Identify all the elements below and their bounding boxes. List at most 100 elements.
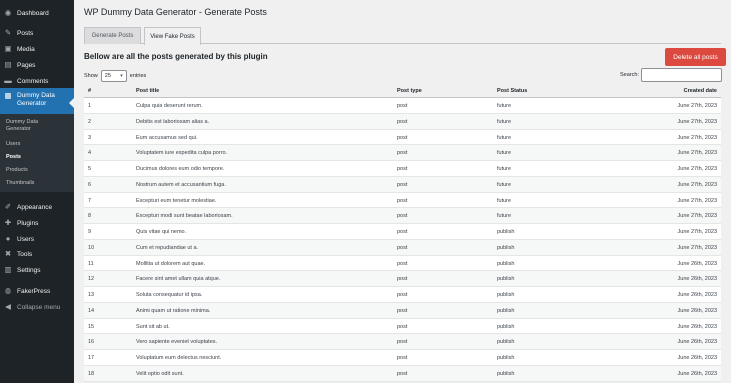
column-header-title[interactable]: Post title bbox=[136, 88, 159, 94]
main-content: WP Dummy Data Generator - Generate Posts… bbox=[74, 0, 731, 383]
table-cell: 1 bbox=[88, 103, 92, 109]
column-header-type[interactable]: Post type bbox=[397, 88, 422, 94]
wrench-icon: ✖ bbox=[4, 249, 12, 258]
column-header-id[interactable]: # bbox=[88, 88, 91, 94]
table-cell: June 26th, 2023 bbox=[677, 370, 717, 377]
chevron-down-icon: ▾ bbox=[120, 73, 123, 79]
entries-label: entries bbox=[129, 73, 147, 79]
section-heading: Bellow are all the posts generated by th… bbox=[84, 52, 268, 61]
pin-icon: ✎ bbox=[4, 28, 12, 37]
table-cell: Soluta consequatur id ipsa. bbox=[136, 292, 203, 298]
table-cell: Facere sint amet ullam quia atque. bbox=[136, 276, 221, 283]
table-cell: 8 bbox=[88, 213, 92, 220]
table-cell: publish bbox=[497, 339, 515, 346]
table-cell: June 27th, 2023 bbox=[677, 181, 717, 188]
table-cell: Vero sapiente eveniet voluptates. bbox=[136, 339, 218, 346]
menu-label: FakerPress bbox=[17, 287, 51, 295]
table-cell: post bbox=[397, 134, 408, 141]
menu-plugins[interactable]: ✚ Plugins bbox=[0, 215, 74, 231]
table-cell: 14 bbox=[88, 307, 95, 314]
collapse-menu-button[interactable]: ◀ Collapse menu bbox=[0, 299, 74, 315]
entries-select[interactable]: 25 ▾ bbox=[100, 70, 127, 82]
submenu-item-posts[interactable]: Posts bbox=[6, 154, 21, 161]
table-cell: post bbox=[397, 370, 408, 377]
table-cell: post bbox=[397, 339, 408, 346]
table-cell: June 26th, 2023 bbox=[677, 276, 717, 283]
menu-pages[interactable]: ▤ Pages bbox=[0, 57, 74, 73]
column-header-status[interactable]: Post Status bbox=[497, 88, 527, 94]
table-cell: future bbox=[497, 213, 512, 220]
table-cell: June 26th, 2023 bbox=[677, 355, 717, 361]
table-cell: Debitis est laboriosam alias a. bbox=[136, 118, 210, 125]
table-cell: post bbox=[397, 244, 408, 251]
column-header-date[interactable]: Created date bbox=[684, 88, 717, 94]
table-cell: June 26th, 2023 bbox=[677, 260, 717, 267]
table-cell: post bbox=[397, 323, 408, 330]
table-cell: future bbox=[497, 134, 512, 141]
collapse-menu-label: Collapse menu bbox=[17, 303, 61, 311]
search-input[interactable] bbox=[640, 68, 722, 82]
menu-appearance[interactable]: ✐ Appearance bbox=[0, 199, 74, 215]
menu-label: Comments bbox=[17, 77, 49, 85]
menu-comments[interactable]: ▬ Comments bbox=[0, 73, 74, 89]
generator-icon: ▦ bbox=[4, 91, 12, 100]
table-row: 14 Animi quam ut ratione minima. post publi… bbox=[84, 302, 721, 319]
table-row: 12 Facere sint amet ullam quia atque. post… bbox=[84, 271, 721, 287]
users-icon: ● bbox=[5, 234, 11, 243]
table-cell: publish bbox=[497, 370, 515, 377]
admin-sidebar: ◉ Dashboard ✎ Posts ▣ Media ▤ Pages ▬ Comment… bbox=[0, 0, 74, 383]
table-body: 1 Culpa quia deserunt rerum. post future Jun… bbox=[84, 98, 721, 382]
menu-dashboard[interactable]: ◉ Dashboard bbox=[0, 5, 74, 21]
table-cell: June 27th, 2023 bbox=[677, 134, 717, 141]
menu-label: Tools bbox=[17, 250, 33, 258]
table-cell: June 27th, 2023 bbox=[677, 197, 717, 204]
posts-table: # Post title Post type Post Status Creat… bbox=[84, 85, 721, 382]
table-row: 11 Mollitia ut dolorem aut quae. post publi… bbox=[84, 255, 721, 272]
table-cell: post bbox=[397, 307, 408, 314]
table-header: # Post title Post type Post Status Creat… bbox=[84, 85, 721, 98]
table-cell: June 27th, 2023 bbox=[677, 244, 717, 251]
table-cell: Eum accusamus sed qui. bbox=[136, 134, 198, 141]
table-row: 1 Culpa quia deserunt rerum. post future Jun… bbox=[84, 98, 721, 114]
table-cell: future bbox=[497, 118, 512, 125]
submenu-item-products[interactable]: Products bbox=[6, 167, 28, 174]
table-cell: publish bbox=[497, 355, 515, 361]
menu-media[interactable]: ▣ Media bbox=[0, 41, 74, 57]
menu-fakerpress[interactable]: ◍ FakerPress bbox=[0, 283, 74, 299]
submenu-item-users[interactable]: Users bbox=[6, 141, 20, 148]
table-row: 6 Nostrum autem et accusantium fuga. post f… bbox=[84, 176, 721, 193]
submenu-item-generator[interactable]: Dummy Data Generator bbox=[6, 119, 46, 133]
table-cell: 2 bbox=[88, 118, 92, 125]
table-cell: 13 bbox=[88, 292, 95, 298]
tab-generate-posts[interactable]: Generate Posts bbox=[84, 27, 141, 44]
menu-label: Pages bbox=[17, 61, 36, 69]
table-cell: Sunt sit ab ut. bbox=[136, 323, 170, 330]
table-cell: post bbox=[397, 260, 408, 267]
menu-label: Appearance bbox=[17, 203, 53, 211]
show-label: Show bbox=[84, 73, 98, 79]
menu-label: Plugins bbox=[17, 219, 39, 227]
table-cell: Ducimus dolores eum odio tempore. bbox=[136, 166, 225, 172]
tab-view-fake-posts[interactable]: View Fake Posts bbox=[144, 27, 201, 45]
delete-all-posts-button[interactable]: Delete all posts bbox=[665, 48, 726, 66]
table-cell: post bbox=[397, 166, 408, 172]
menu-settings[interactable]: ▥ Settings bbox=[0, 262, 74, 278]
table-cell: June 26th, 2023 bbox=[677, 323, 717, 330]
table-cell: June 27th, 2023 bbox=[677, 213, 717, 220]
menu-users[interactable]: ● Users bbox=[0, 231, 74, 247]
table-cell: post bbox=[397, 181, 408, 188]
table-cell: June 27th, 2023 bbox=[677, 150, 717, 157]
menu-label: Media bbox=[17, 45, 35, 53]
table-cell: Quis vitae qui nemo. bbox=[136, 229, 187, 235]
dashboard-icon: ◉ bbox=[4, 8, 12, 17]
submenu-item-thumbnails[interactable]: Thumbnails bbox=[6, 180, 34, 187]
menu-posts[interactable]: ✎ Posts bbox=[0, 25, 74, 41]
search-control: Search: bbox=[620, 68, 722, 82]
menu-dummy-data-generator[interactable]: ▦ Dummy Data Generator bbox=[0, 88, 74, 117]
table-row: 3 Eum accusamus sed qui. post future June 27… bbox=[84, 129, 721, 146]
table-cell: future bbox=[497, 103, 512, 109]
menu-tools[interactable]: ✖ Tools bbox=[0, 246, 74, 262]
table-cell: publish bbox=[497, 260, 515, 267]
table-cell: 4 bbox=[88, 150, 92, 157]
table-cell: future bbox=[497, 166, 512, 172]
